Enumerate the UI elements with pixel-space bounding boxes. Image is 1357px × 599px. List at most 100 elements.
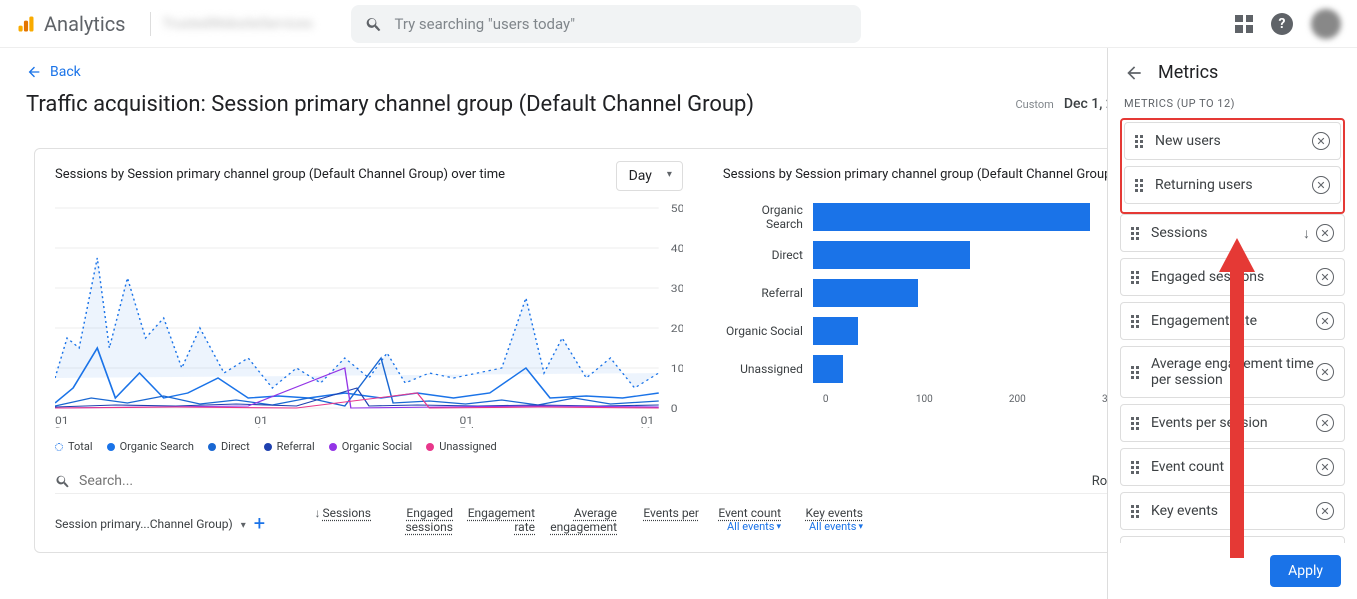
- bar-label: Direct: [723, 248, 813, 262]
- svg-text:01: 01: [460, 415, 474, 427]
- drag-handle-icon[interactable]: [1131, 417, 1143, 430]
- metric-name: New users: [1155, 133, 1312, 149]
- legend-item[interactable]: Direct: [208, 440, 250, 453]
- drag-handle-icon[interactable]: [1135, 135, 1147, 148]
- metric-row[interactable]: Event count✕: [1120, 448, 1345, 486]
- metric-name: Key events: [1151, 503, 1316, 519]
- metric-row[interactable]: Key events✕: [1120, 492, 1345, 530]
- svg-text:10: 10: [671, 363, 683, 375]
- remove-metric-icon[interactable]: ✕: [1316, 268, 1334, 286]
- drag-handle-icon[interactable]: [1131, 505, 1143, 518]
- line-chart: 50403020100 01Dec 01Jan 01Feb: [55, 198, 683, 428]
- metric-row[interactable]: Engagement rate✕: [1120, 302, 1345, 340]
- bar-label: Organic Search: [723, 203, 813, 231]
- metric-row[interactable]: Engaged sessions✕: [1120, 258, 1345, 296]
- account-selector[interactable]: TrustedWebsiteServices: [163, 16, 343, 32]
- line-chart-title: Sessions by Session primary channel grou…: [55, 167, 683, 182]
- svg-text:Mar: Mar: [641, 427, 661, 428]
- page-title: Traffic acquisition: Session primary cha…: [26, 92, 1016, 117]
- svg-text:30: 30: [671, 283, 683, 295]
- metric-row[interactable]: Returning users✕: [1124, 166, 1341, 204]
- search-icon: [55, 473, 71, 489]
- drag-handle-icon[interactable]: [1131, 227, 1143, 240]
- metric-name: Average engagement time per session: [1151, 356, 1316, 388]
- metric-name: Returning users: [1155, 177, 1312, 193]
- chevron-down-icon[interactable]: [241, 517, 246, 531]
- remove-metric-icon[interactable]: ✕: [1316, 502, 1334, 520]
- svg-text:01: 01: [641, 415, 655, 427]
- back-label: Back: [50, 64, 81, 80]
- product-name: Analytics: [44, 12, 126, 36]
- add-dimension-button[interactable]: +: [254, 514, 274, 534]
- remove-metric-icon[interactable]: ✕: [1316, 224, 1334, 242]
- legend-item[interactable]: Total: [55, 440, 93, 453]
- remove-metric-icon[interactable]: ✕: [1316, 312, 1334, 330]
- primary-dimension[interactable]: Session primary...Channel Group): [55, 517, 233, 531]
- table-column-header[interactable]: Average engagement: [541, 506, 623, 534]
- bar-label: Organic Social: [723, 324, 813, 338]
- legend-item[interactable]: Organic Social: [329, 440, 413, 453]
- bar[interactable]: [813, 279, 918, 307]
- legend-item[interactable]: Referral: [264, 440, 315, 453]
- drag-handle-icon[interactable]: [1131, 271, 1143, 284]
- chart-legend: Total Organic Search Direct Referral Org…: [55, 440, 683, 453]
- user-avatar[interactable]: [1311, 9, 1341, 39]
- panel-subtitle: METRICS (UP TO 12): [1108, 97, 1357, 118]
- remove-metric-icon[interactable]: ✕: [1316, 363, 1334, 381]
- table-column-header[interactable]: Event countAll events: [705, 506, 787, 534]
- search-icon: [365, 15, 383, 33]
- apply-button[interactable]: Apply: [1270, 555, 1341, 587]
- apps-icon[interactable]: [1235, 15, 1253, 33]
- separator: [150, 12, 151, 36]
- date-custom-badge: Custom: [1016, 98, 1054, 111]
- bar[interactable]: [813, 355, 843, 383]
- table-column-header[interactable]: Key eventsAll events: [787, 506, 869, 534]
- table-search-input[interactable]: [79, 473, 1092, 489]
- svg-text:Feb: Feb: [460, 427, 478, 428]
- svg-text:Dec: Dec: [55, 427, 74, 428]
- svg-text:20: 20: [671, 323, 683, 335]
- bar[interactable]: [813, 241, 971, 269]
- metric-row[interactable]: Events per session✕: [1120, 404, 1345, 442]
- highlighted-metrics-group: New users✕Returning users✕: [1120, 118, 1345, 214]
- metric-name: Sessions: [1151, 225, 1299, 241]
- metric-row[interactable]: New users✕: [1124, 122, 1341, 160]
- metric-row[interactable]: Sessions↓ ✕: [1120, 214, 1345, 252]
- remove-metric-icon[interactable]: ✕: [1312, 132, 1330, 150]
- table-header: Session primary...Channel Group) + ↓Sess…: [55, 506, 1288, 534]
- svg-text:01: 01: [55, 415, 69, 427]
- analytics-logo-icon: [16, 14, 36, 34]
- product-logo[interactable]: Analytics: [16, 12, 126, 36]
- svg-text:50: 50: [671, 203, 683, 215]
- table-column-header[interactable]: Engagement rate: [459, 506, 541, 534]
- bar[interactable]: [813, 203, 1091, 231]
- bar[interactable]: [813, 317, 858, 345]
- drag-handle-icon[interactable]: [1131, 315, 1143, 328]
- legend-item[interactable]: Organic Search: [107, 440, 194, 453]
- panel-back-icon[interactable]: [1124, 63, 1144, 83]
- granularity-select[interactable]: Day: [616, 161, 683, 191]
- svg-text:01: 01: [254, 415, 268, 427]
- bar-label: Unassigned: [723, 362, 813, 376]
- svg-text:0: 0: [671, 403, 678, 415]
- global-search[interactable]: Try searching "users today": [351, 5, 861, 43]
- remove-metric-icon[interactable]: ✕: [1312, 176, 1330, 194]
- header-actions: ?: [1235, 9, 1341, 39]
- metric-row[interactable]: Average engagement time per session✕: [1120, 346, 1345, 398]
- drag-handle-icon[interactable]: [1135, 179, 1147, 192]
- remove-metric-icon[interactable]: ✕: [1316, 414, 1334, 432]
- line-chart-panel: Sessions by Session primary channel grou…: [55, 167, 683, 453]
- drag-handle-icon[interactable]: [1131, 366, 1143, 379]
- drag-handle-icon[interactable]: [1131, 461, 1143, 474]
- svg-text:40: 40: [671, 243, 683, 255]
- panel-title: Metrics: [1158, 62, 1218, 83]
- table-column-header[interactable]: ↓Sessions: [295, 506, 377, 534]
- table-column-header[interactable]: Engaged sessions: [377, 506, 459, 534]
- legend-item[interactable]: Unassigned: [426, 440, 497, 453]
- metric-row[interactable]: Total revenue✕: [1120, 536, 1345, 543]
- metric-name: Engagement rate: [1151, 313, 1316, 329]
- table-column-header[interactable]: Events per: [623, 506, 705, 534]
- sort-arrow-icon: ↓: [1303, 225, 1310, 242]
- remove-metric-icon[interactable]: ✕: [1316, 458, 1334, 476]
- help-icon[interactable]: ?: [1271, 13, 1293, 35]
